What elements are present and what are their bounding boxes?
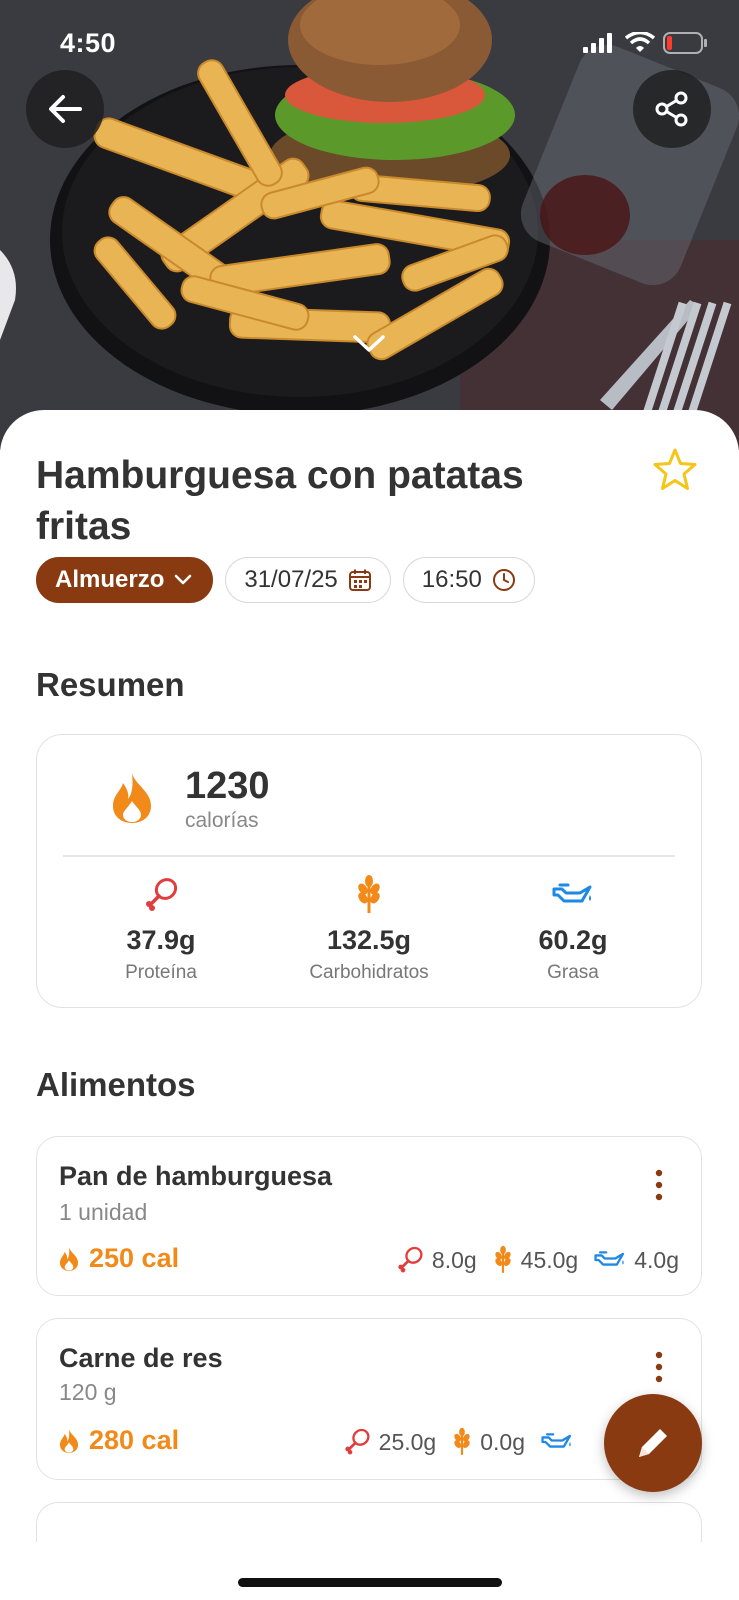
pencil-icon [639, 1429, 667, 1457]
food-carbs: 0.0g [480, 1428, 525, 1455]
food-protein: 8.0g [431, 1246, 477, 1273]
food-quantity: 120 g [59, 1379, 117, 1405]
oil-can-icon [552, 883, 592, 903]
summary-card: 1230 calorías 37.9g Proteína 132.5g Carb… [36, 734, 702, 1008]
calories-label: calorías [185, 809, 259, 832]
flame-icon [59, 1428, 79, 1453]
back-button[interactable] [26, 70, 104, 148]
summary-title: Resumen [36, 666, 185, 703]
chevron-down-icon [175, 574, 192, 585]
arrow-left-icon [49, 95, 82, 123]
meal-photo: 4:50 [0, 0, 739, 450]
time-chip[interactable]: 16:50 [402, 557, 535, 603]
share-icon [655, 91, 688, 127]
clock-icon [492, 569, 515, 591]
food-fat: 4.0g [634, 1246, 679, 1273]
edit-fab-button[interactable] [604, 1394, 702, 1492]
favorite-star-icon[interactable] [651, 446, 699, 494]
status-icons [583, 32, 709, 54]
drumstick-icon [398, 1246, 423, 1273]
calendar-icon [348, 569, 371, 591]
oil-can-icon [541, 1433, 572, 1448]
food-calories: 250 cal [59, 1243, 179, 1274]
date-label: 31/07/25 [244, 566, 338, 593]
food-calories-value: 280 cal [89, 1425, 180, 1455]
fat-value: 60.2g [538, 925, 608, 955]
calories-value: 1230 [185, 765, 270, 807]
food-quantity: 1 unidad [59, 1199, 148, 1225]
meal-detail-sheet: Hamburguesa con patatas fritas Almuerzo … [0, 410, 739, 1600]
fat-label: Grasa [547, 962, 599, 983]
food-item[interactable]: Carne de res 120 g 280 cal 25.0g 0.0g [36, 1318, 702, 1480]
food-name: Pan de hamburguesa [59, 1161, 333, 1191]
chevron-down-icon[interactable] [352, 334, 386, 354]
food-item-partial[interactable] [36, 1502, 702, 1542]
food-calories-value: 250 cal [89, 1243, 180, 1273]
food-calories: 280 cal [59, 1425, 179, 1456]
carbs-label: Carbohidratos [309, 962, 429, 983]
date-chip[interactable]: 31/07/25 [225, 557, 391, 603]
wifi-icon [625, 32, 655, 52]
share-button[interactable] [633, 70, 711, 148]
food-macros: 8.0g 45.0g 4.0g [396, 1245, 679, 1275]
foods-title: Alimentos [36, 1066, 196, 1103]
summary-divider [63, 855, 675, 857]
flame-icon [113, 773, 151, 823]
status-time: 4:50 [60, 28, 117, 58]
protein-label: Proteína [125, 962, 197, 983]
macro-fat: 60.2g Grasa [473, 875, 673, 984]
time-label: 16:50 [421, 566, 482, 593]
food-item[interactable]: Pan de hamburguesa 1 unidad 250 cal 8.0g [36, 1136, 702, 1296]
more-vertical-icon[interactable] [649, 1349, 669, 1385]
wheat-icon [454, 1427, 470, 1455]
meal-type-label: Almuerzo [55, 566, 165, 593]
protein-value: 37.9g [126, 925, 196, 955]
home-indicator [238, 1578, 502, 1587]
meal-photo-illustration [0, 0, 739, 450]
food-macros: 25.0g 0.0g [343, 1427, 581, 1457]
macro-carbs: 132.5g Carbohidratos [269, 875, 469, 984]
wheat-icon [494, 1245, 511, 1273]
oil-can-icon [594, 1251, 625, 1266]
signal-icon [583, 33, 612, 53]
food-protein: 25.0g [378, 1428, 437, 1455]
meal-type-dropdown[interactable]: Almuerzo [36, 557, 214, 603]
flame-icon [59, 1246, 79, 1271]
more-vertical-icon[interactable] [649, 1167, 669, 1203]
drumstick-icon [146, 878, 178, 911]
wheat-icon [358, 875, 380, 913]
food-carbs: 45.0g [520, 1246, 579, 1273]
carbs-value: 132.5g [326, 925, 412, 955]
battery-icon [663, 32, 707, 54]
macro-protein: 37.9g Proteína [61, 875, 261, 984]
food-name: Carne de res [59, 1343, 223, 1373]
drumstick-icon [345, 1428, 370, 1455]
meal-chips: Almuerzo 31/07/25 16:50 [36, 557, 535, 603]
meal-title: Hamburguesa con patatas fritas [36, 454, 524, 548]
